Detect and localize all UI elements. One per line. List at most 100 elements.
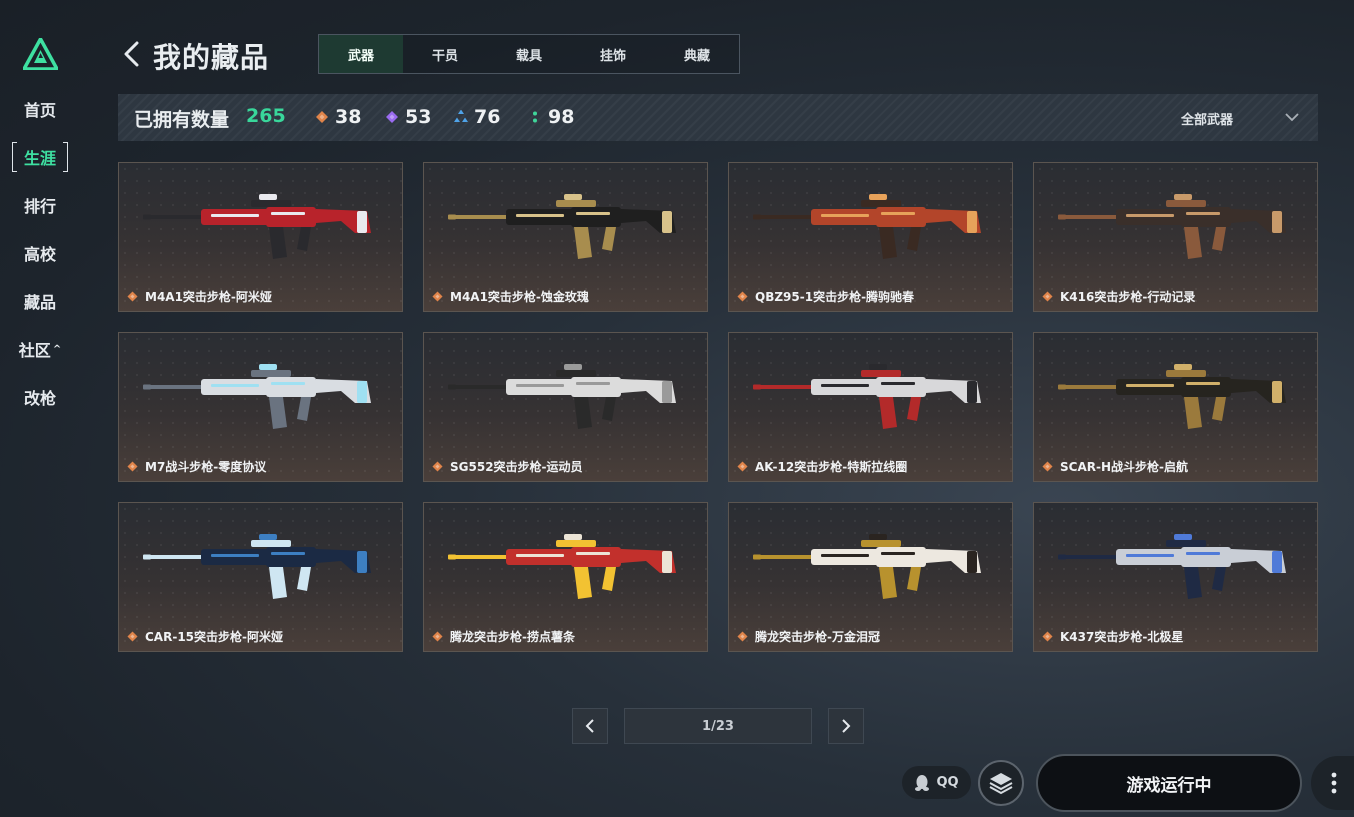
weapon-name: K416突击步枪-行动记录 xyxy=(1060,290,1196,304)
weapon-image xyxy=(1058,534,1286,599)
owned-count-label: 已拥有数量 xyxy=(134,109,230,131)
weapon-name: QBZ95-1突击步枪-腾驹驰春 xyxy=(755,290,915,304)
weapon-card[interactable]: QBZ95-1突击步枪-腾驹驰春 xyxy=(728,162,1013,312)
weapon-card-label: 腾龙突击步枪-万金泪冠 xyxy=(737,628,880,645)
rarity-diamond-icon xyxy=(1042,291,1053,302)
weapon-image xyxy=(448,364,676,429)
next-page-button[interactable] xyxy=(828,708,864,744)
weapon-card-label: K416突击步枪-行动记录 xyxy=(1042,288,1195,305)
sidebar-item-0[interactable]: 首页 xyxy=(10,94,70,124)
tab-0[interactable]: 武器 xyxy=(319,35,403,73)
rarity-count-3: 98 xyxy=(528,106,574,128)
chevron-left-icon xyxy=(585,719,594,733)
rarity-diamond-icon xyxy=(432,631,443,642)
more-vertical-icon xyxy=(1331,772,1337,794)
page-indicator: 1/23 xyxy=(624,708,812,744)
weapon-name: SG552突击步枪-运动员 xyxy=(450,460,583,474)
collection-stats-bar: 已拥有数量 265 38 53 76 98 全部武器 xyxy=(118,94,1318,141)
weapon-card-label: 腾龙突击步枪-捞点薯条 xyxy=(432,628,575,645)
sidebar-item-label: 首页 xyxy=(23,101,56,120)
weapon-filter-dropdown[interactable]: 全部武器 xyxy=(1181,109,1233,128)
chevron-right-icon xyxy=(842,719,851,733)
tab-4[interactable]: 典藏 xyxy=(655,35,739,73)
sidebar-item-4[interactable]: 藏品 xyxy=(10,286,70,316)
qq-label: QQ xyxy=(936,775,959,790)
sidebar: 首页生涯排行高校藏品社区 ^ 改枪 xyxy=(0,0,80,817)
back-arrow-icon[interactable] xyxy=(121,40,143,68)
weapon-card-label: K437突击步枪-北极星 xyxy=(1042,628,1183,645)
weapon-card[interactable]: 腾龙突击步枪-捞点薯条 xyxy=(423,502,708,652)
app-logo-icon xyxy=(23,38,58,70)
owned-count-value: 265 xyxy=(246,105,286,127)
sidebar-item-5[interactable]: 社区 ^ xyxy=(10,334,70,364)
layers-icon xyxy=(989,773,1013,795)
green-dots-icon xyxy=(533,111,537,123)
sidebar-item-6[interactable]: 改枪 xyxy=(10,382,70,412)
weapon-card[interactable]: M4A1突击步枪-阿米娅 xyxy=(118,162,403,312)
rarity-count-value: 38 xyxy=(335,106,362,128)
weapon-card-label: SG552突击步枪-运动员 xyxy=(432,458,583,475)
weapon-card[interactable]: SG552突击步枪-运动员 xyxy=(423,332,708,482)
sidebar-item-label: 排行 xyxy=(23,197,56,216)
sidebar-item-label: 社区 xyxy=(18,341,51,360)
sidebar-item-3[interactable]: 高校 xyxy=(10,238,70,268)
weapon-card[interactable]: M7战斗步枪-零度协议 xyxy=(118,332,403,482)
chevron-up-icon: ^ xyxy=(52,343,62,355)
weapon-image xyxy=(753,194,981,259)
rarity-diamond-icon xyxy=(737,291,748,302)
weapon-card-label: M7战斗步枪-零度协议 xyxy=(127,458,266,475)
rarity-diamond-icon xyxy=(737,461,748,472)
weapon-card[interactable]: K437突击步枪-北极星 xyxy=(1033,502,1318,652)
weapon-image xyxy=(1058,364,1286,429)
blue-triangle-icon xyxy=(454,110,468,122)
sidebar-item-label: 改枪 xyxy=(23,389,56,408)
sidebar-item-label: 高校 xyxy=(23,245,56,264)
rarity-count-1: 53 xyxy=(385,106,431,128)
weapon-card-label: SCAR-H战斗步枪-启航 xyxy=(1042,458,1188,475)
tab-1[interactable]: 干员 xyxy=(403,35,487,73)
tab-2[interactable]: 载具 xyxy=(487,35,571,73)
more-options-button[interactable] xyxy=(1311,756,1354,810)
weapon-card[interactable]: AK-12突击步枪-特斯拉线圈 xyxy=(728,332,1013,482)
rarity-count-value: 98 xyxy=(548,106,575,128)
qq-button[interactable]: QQ xyxy=(902,766,971,799)
category-tabs: 武器 干员 载具 挂饰 典藏 xyxy=(318,34,740,74)
rarity-count-0: 38 xyxy=(315,106,361,128)
weapon-card[interactable]: SCAR-H战斗步枪-启航 xyxy=(1033,332,1318,482)
rarity-diamond-icon xyxy=(1042,461,1053,472)
rarity-diamond-icon xyxy=(432,461,443,472)
rarity-diamond-icon xyxy=(127,461,138,472)
weapon-name: M7战斗步枪-零度协议 xyxy=(145,460,267,474)
rarity-count-2: 76 xyxy=(454,106,500,128)
weapon-card[interactable]: 腾龙突击步枪-万金泪冠 xyxy=(728,502,1013,652)
weapon-card[interactable]: M4A1突击步枪-蚀金玫瑰 xyxy=(423,162,708,312)
weapon-name: 腾龙突击步枪-万金泪冠 xyxy=(755,630,880,644)
weapon-image xyxy=(1058,194,1286,259)
rarity-diamond-icon xyxy=(1042,631,1053,642)
weapon-card[interactable]: CAR-15突击步枪-阿米娅 xyxy=(118,502,403,652)
sidebar-item-2[interactable]: 排行 xyxy=(10,190,70,220)
weapon-name: M4A1突击步枪-蚀金玫瑰 xyxy=(450,290,589,304)
weapon-name: 腾龙突击步枪-捞点薯条 xyxy=(450,630,575,644)
purple-diamond-icon xyxy=(386,111,398,123)
weapon-name: M4A1突击步枪-阿米娅 xyxy=(145,290,272,304)
game-running-button[interactable]: 游戏运行中 xyxy=(1036,754,1302,812)
weapon-image xyxy=(143,534,371,599)
weapon-card-label: AK-12突击步枪-特斯拉线圈 xyxy=(737,458,907,475)
rarity-diamond-icon xyxy=(127,631,138,642)
weapon-name: CAR-15突击步枪-阿米娅 xyxy=(145,630,283,644)
weapon-image xyxy=(753,534,981,599)
weapon-image xyxy=(753,364,981,429)
layers-button[interactable] xyxy=(978,760,1024,806)
weapon-image xyxy=(143,194,371,259)
weapon-image xyxy=(448,194,676,259)
weapon-card-label: QBZ95-1突击步枪-腾驹驰春 xyxy=(737,288,914,305)
prev-page-button[interactable] xyxy=(572,708,608,744)
weapon-card-label: M4A1突击步枪-阿米娅 xyxy=(127,288,272,305)
chevron-down-icon[interactable] xyxy=(1284,110,1300,124)
weapon-card[interactable]: K416突击步枪-行动记录 xyxy=(1033,162,1318,312)
weapon-image xyxy=(448,534,676,599)
sidebar-item-label: 生涯 xyxy=(23,149,56,168)
sidebar-item-1[interactable]: 生涯 xyxy=(10,142,70,172)
tab-3[interactable]: 挂饰 xyxy=(571,35,655,73)
